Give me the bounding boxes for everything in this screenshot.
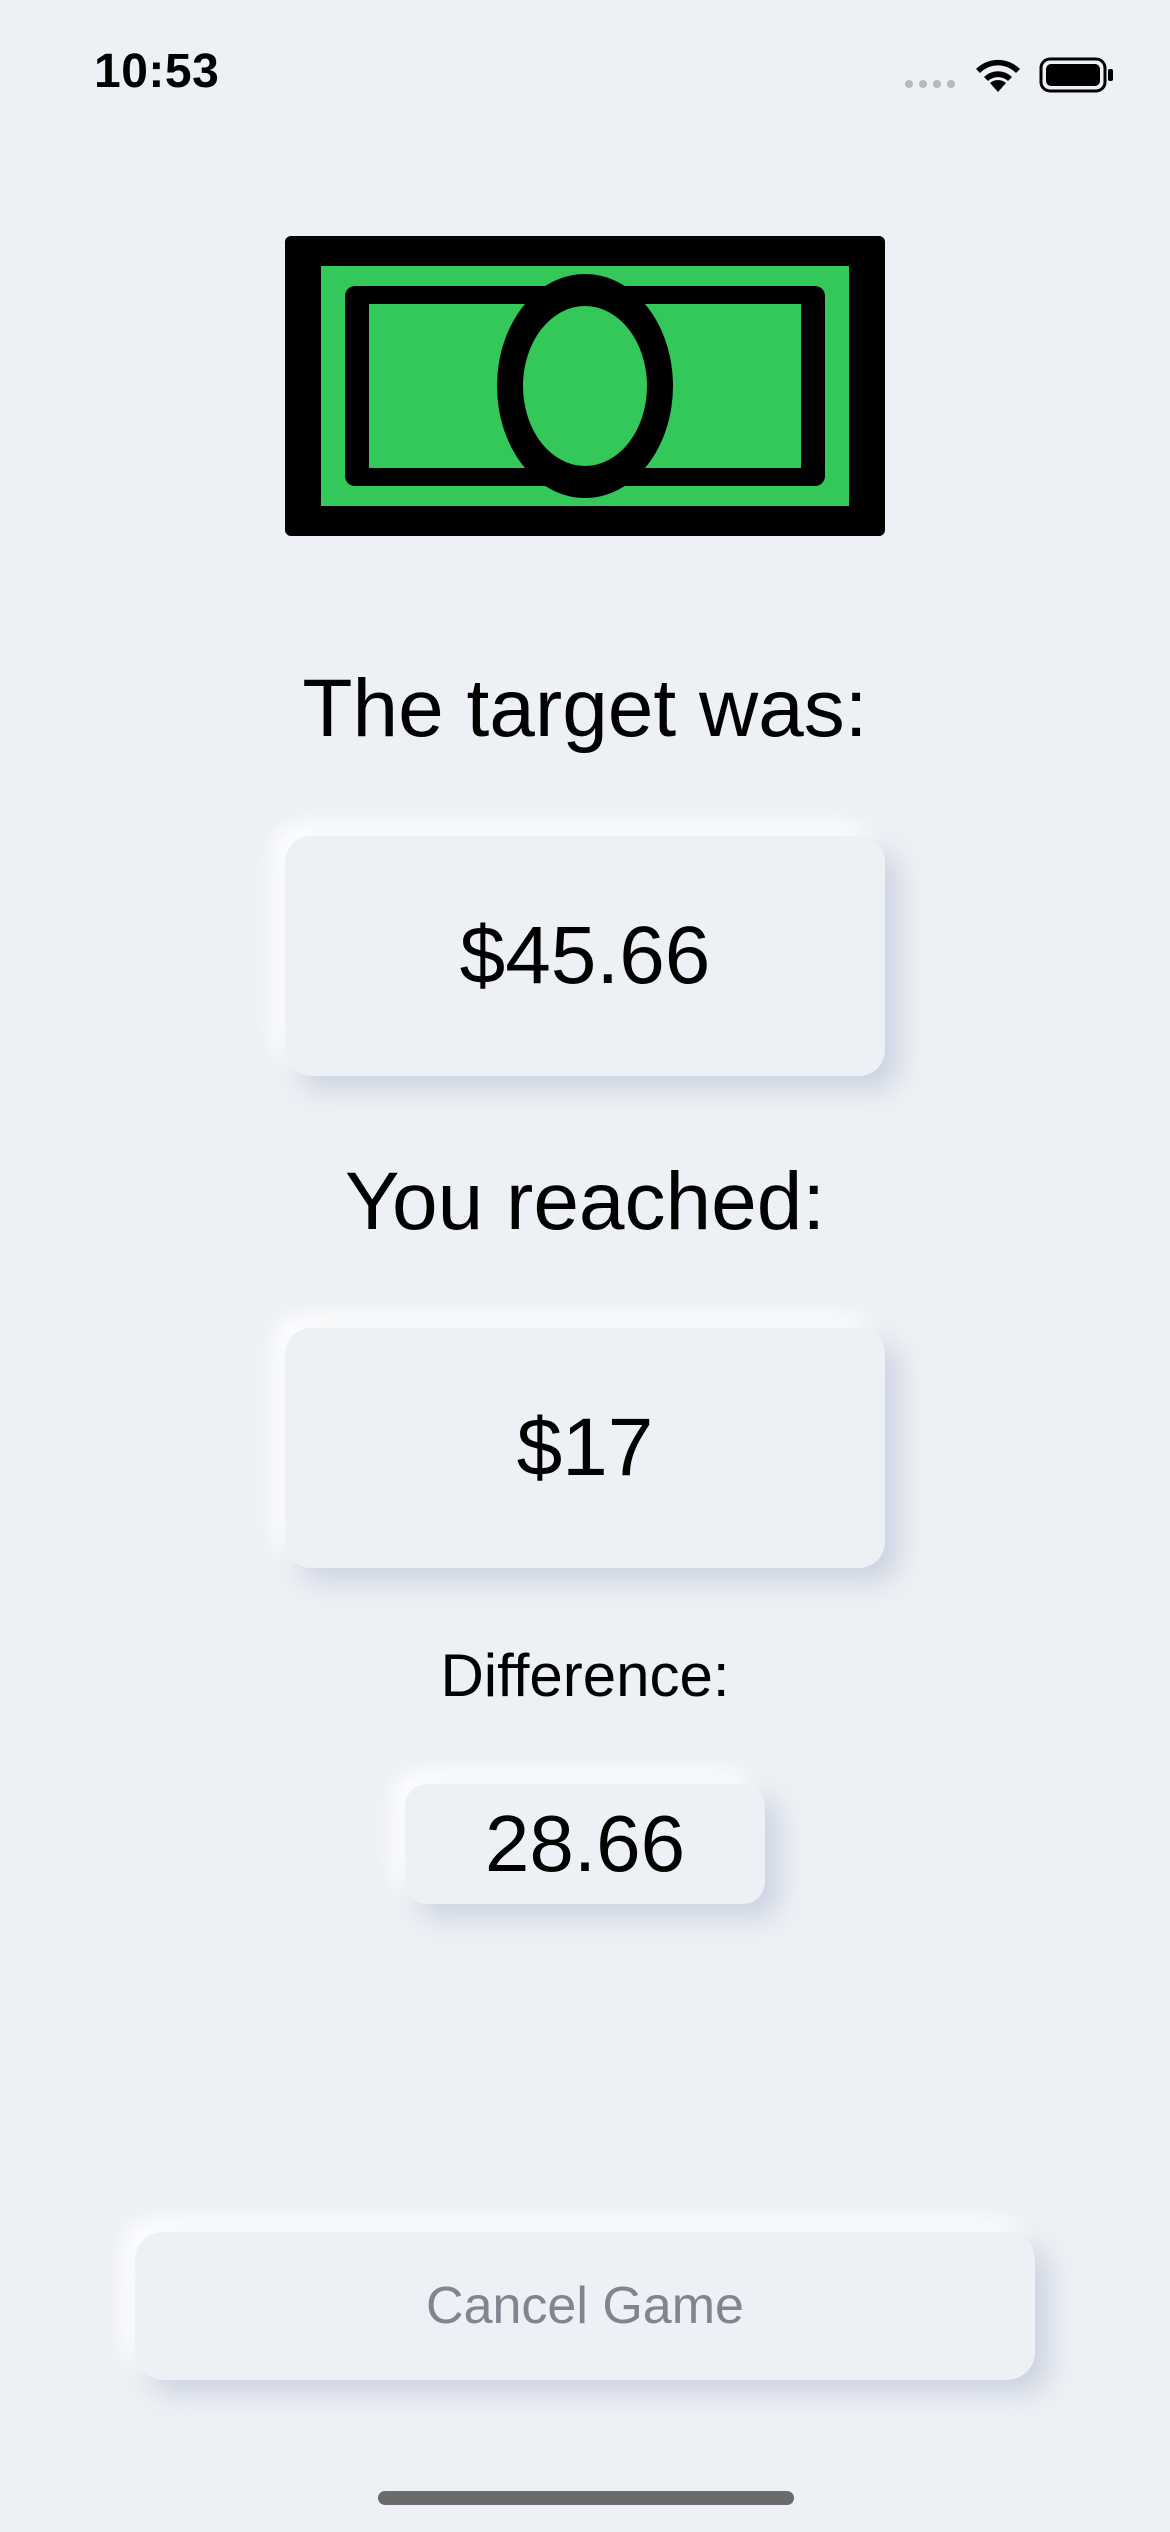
difference-value: 28.66 [484,1799,686,1888]
target-label: The target was: [302,663,868,754]
battery-icon [1039,57,1113,93]
cellular-signal-icon [905,80,955,88]
wifi-icon [976,59,1020,92]
cancel-game-label: Cancel Game [426,2277,744,2335]
home-indicator[interactable] [378,2491,794,2505]
cancel-game-button[interactable]: Cancel Game [135,2232,1035,2380]
reached-label: You reached: [344,1156,826,1247]
difference-value-card: 28.66 [405,1784,765,1904]
reached-value-card: $17 [285,1328,885,1568]
status-bar: 10:53 [0,0,1170,150]
status-time: 10:53 [94,45,220,98]
target-value: $45.66 [459,910,711,1001]
target-value-card: $45.66 [285,836,885,1076]
dollar-bill-icon [285,236,885,536]
reached-value: $17 [516,1402,654,1493]
difference-label: Difference: [440,1642,730,1709]
